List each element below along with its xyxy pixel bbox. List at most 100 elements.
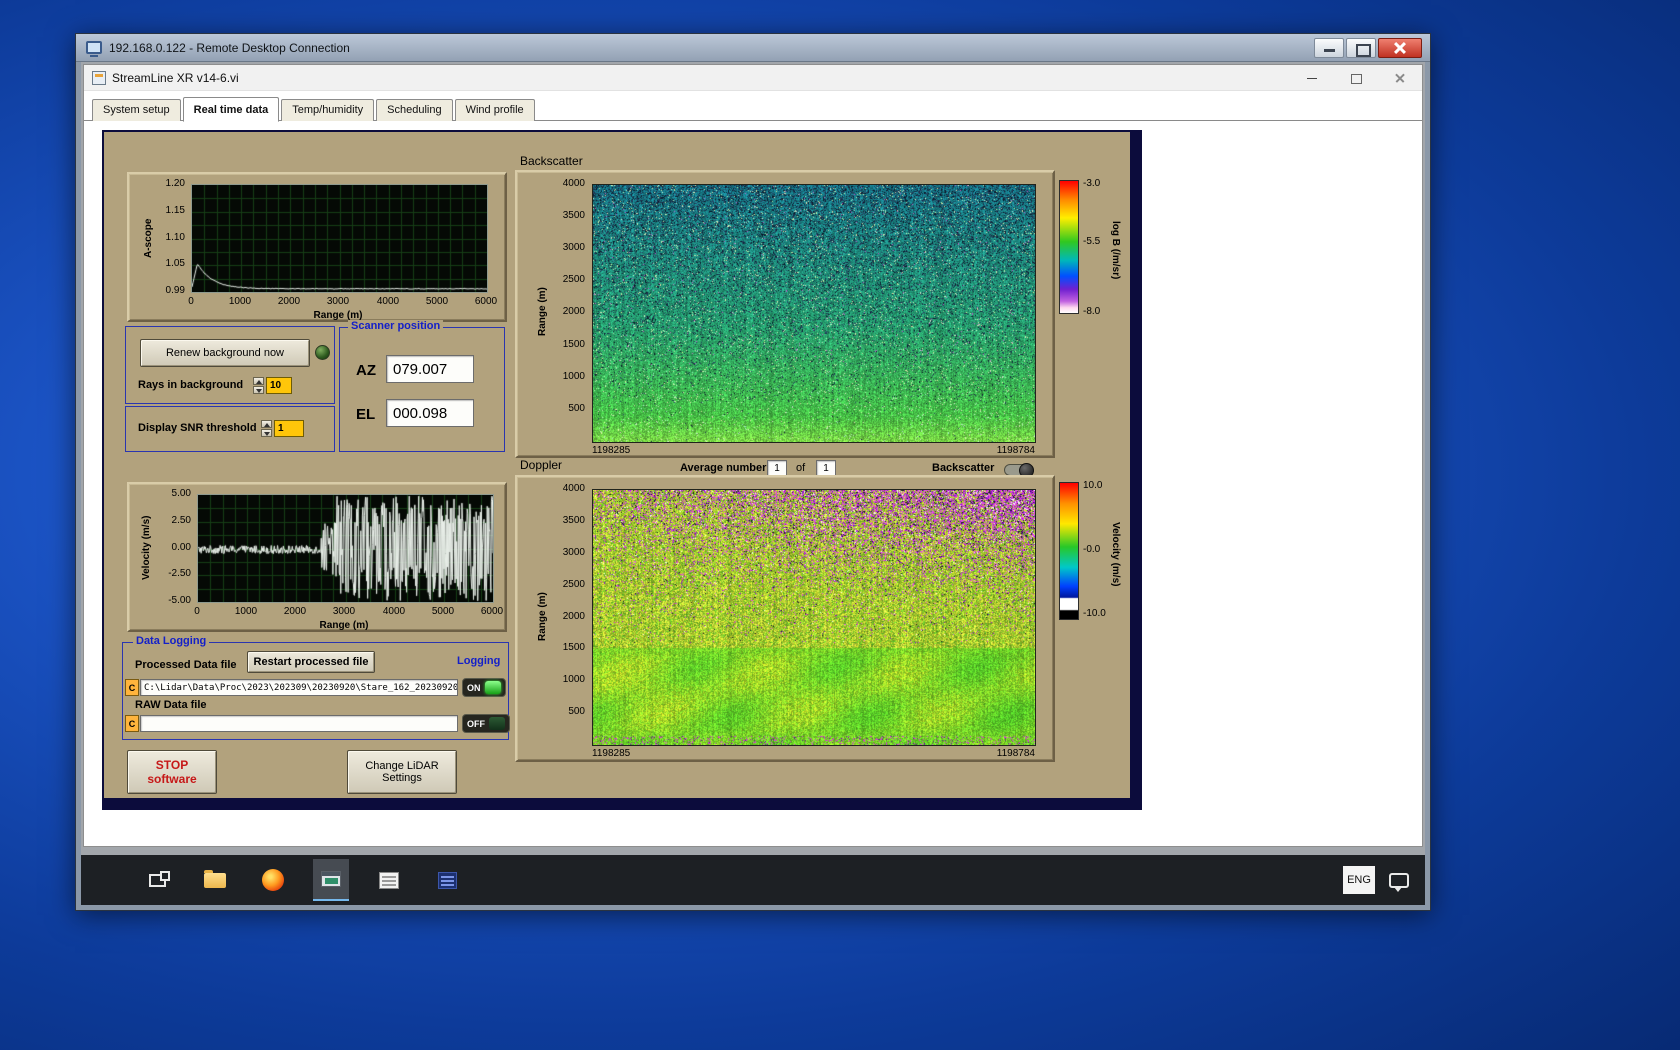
doppler-title: Doppler [520,458,563,472]
raw-drive-box[interactable]: C [125,715,139,732]
firefox-button[interactable] [255,859,291,901]
app-titlebar[interactable]: StreamLine XR v14-6.vi [84,65,1422,91]
stop-software-button[interactable]: STOP software [127,750,217,794]
tab-real-time-data[interactable]: Real time data [182,97,280,122]
ascope-ytick: 1.05 [165,258,185,269]
ascope-ytick: 1.20 [165,178,185,189]
doppler-ytick: 2000 [562,611,585,622]
rays-increment-icon[interactable] [253,377,264,385]
background-controls-group: Renew background now Rays in background … [125,326,335,404]
rdp-titlebar[interactable]: 192.168.0.122 - Remote Desktop Connectio… [76,34,1430,62]
desktop-background: 192.168.0.122 - Remote Desktop Connectio… [0,0,1680,1050]
app-minimize-button[interactable] [1290,65,1334,91]
ascope-ytick: 0.99 [165,285,185,296]
snr-increment-icon[interactable] [261,420,272,428]
scan-scheduler-button[interactable] [371,859,407,901]
streamline-app-icon [321,871,341,887]
logging-label: Logging [457,655,501,667]
blue-app-button[interactable] [429,859,465,901]
velocity-xtick: 5000 [431,606,455,617]
restart-processed-file-button[interactable]: Restart processed file [247,651,375,673]
doppler-colorbar [1059,482,1079,620]
velocity-xtick: 3000 [332,606,356,617]
file-explorer-button[interactable] [197,859,233,901]
rdp-maximize-button[interactable] [1346,38,1376,58]
velocity-ytick: -5.00 [168,595,191,606]
language-indicator[interactable]: ENG [1343,866,1375,894]
backscatter-colorbar-label: log B (/m/sr) [1110,220,1121,280]
rdp-minimize-button[interactable] [1314,38,1344,58]
renew-background-led [315,345,330,360]
ascope-xtick: 5000 [425,296,449,307]
doppler-cbar-tick: 10.0 [1083,480,1103,491]
doppler-ytick: 2500 [562,579,585,590]
snr-decrement-icon[interactable] [261,429,272,437]
windows-taskbar: ENG [81,855,1425,905]
streamline-app-window: StreamLine XR v14-6.vi System setup Real… [83,64,1423,847]
velocity-ytick: -2.50 [168,568,191,579]
velocity-ytick: 2.50 [171,515,191,526]
doppler-cbar-tick: -10.0 [1083,608,1106,619]
rays-decrement-icon[interactable] [253,386,264,394]
backscatter-ytick: 1000 [562,371,585,382]
velocity-xtick: 0 [194,606,200,617]
streamline-taskbar-button[interactable] [313,859,349,901]
velocity-plot [197,494,494,603]
firefox-icon [262,869,284,891]
doppler-backscatter-toggle-label: Backscatter [932,462,995,474]
average-number-field[interactable]: 1 [767,460,787,476]
processed-drive-box[interactable]: C [125,679,139,696]
tab-scheduling[interactable]: Scheduling [376,99,453,121]
velocity-x-axis-label: Range (m) [319,620,369,631]
backscatter-plot-frame: Range (m) 4000 3500 3000 2500 2000 1500 … [515,170,1055,458]
rdp-close-button[interactable] [1378,38,1422,58]
processed-logging-toggle[interactable]: ON [462,678,506,697]
app-window-title: StreamLine XR v14-6.vi [112,70,239,85]
renew-background-button[interactable]: Renew background now [140,339,310,367]
ascope-plot-frame: A-scope 1.20 1.15 1.10 1.05 0.99 0 1000 … [127,172,507,322]
raw-logging-toggle[interactable]: OFF [462,714,510,733]
backscatter-x-start: 1198285 [592,445,631,456]
backscatter-ytick: 2500 [562,274,585,285]
backscatter-ytick: 3000 [562,242,585,253]
feedback-chat-icon[interactable] [1389,872,1409,892]
backscatter-ytick: 3500 [562,210,585,221]
velocity-ytick: 5.00 [171,488,191,499]
ascope-xtick: 2000 [277,296,301,307]
doppler-ytick: 4000 [562,483,585,494]
ascope-ytick: 1.10 [165,232,185,243]
az-value-field: 079.007 [386,355,474,383]
data-logging-group: Data Logging Processed Data file Restart… [122,635,510,740]
el-value-field: 000.098 [386,399,474,427]
tab-wind-profile[interactable]: Wind profile [454,99,535,121]
app-close-button[interactable] [1378,65,1422,91]
ascope-xtick: 3000 [326,296,350,307]
backscatter-x-end: 1198784 [996,445,1035,456]
average-number-label: Average number [680,462,767,474]
blue-app-icon [437,871,457,889]
velocity-xtick: 1000 [234,606,258,617]
backscatter-ytick: 1500 [562,339,585,350]
backscatter-ytick: 2000 [562,306,585,317]
processed-path-field[interactable]: C:\Lidar\Data\Proc\2023\202309\20230920\… [140,679,458,696]
rays-in-background-field[interactable]: 10 [266,377,292,394]
processed-data-file-label: Processed Data file [135,659,237,671]
doppler-ytick: 3000 [562,547,585,558]
raw-path-field[interactable] [140,715,458,732]
backscatter-cbar-tick: -3.0 [1083,178,1101,189]
data-logging-title: Data Logging [133,635,210,647]
tab-temp-humidity[interactable]: Temp/humidity [281,99,375,121]
doppler-x-start: 1198285 [592,748,631,759]
doppler-cbar-tick: -0.0 [1083,544,1101,555]
raw-logging-led [489,717,505,730]
snr-threshold-group: Display SNR threshold 1 [125,406,335,452]
scanner-position-title: Scanner position [348,320,444,332]
ascope-plot [191,184,488,293]
snr-threshold-field[interactable]: 1 [274,420,304,437]
change-lidar-settings-button[interactable]: Change LiDAR Settings [347,750,457,794]
snr-threshold-label: Display SNR threshold [138,422,257,434]
task-view-button[interactable] [139,859,175,901]
ascope-ytick: 1.15 [165,205,185,216]
tab-system-setup[interactable]: System setup [92,99,181,121]
app-maximize-button[interactable] [1334,65,1378,91]
